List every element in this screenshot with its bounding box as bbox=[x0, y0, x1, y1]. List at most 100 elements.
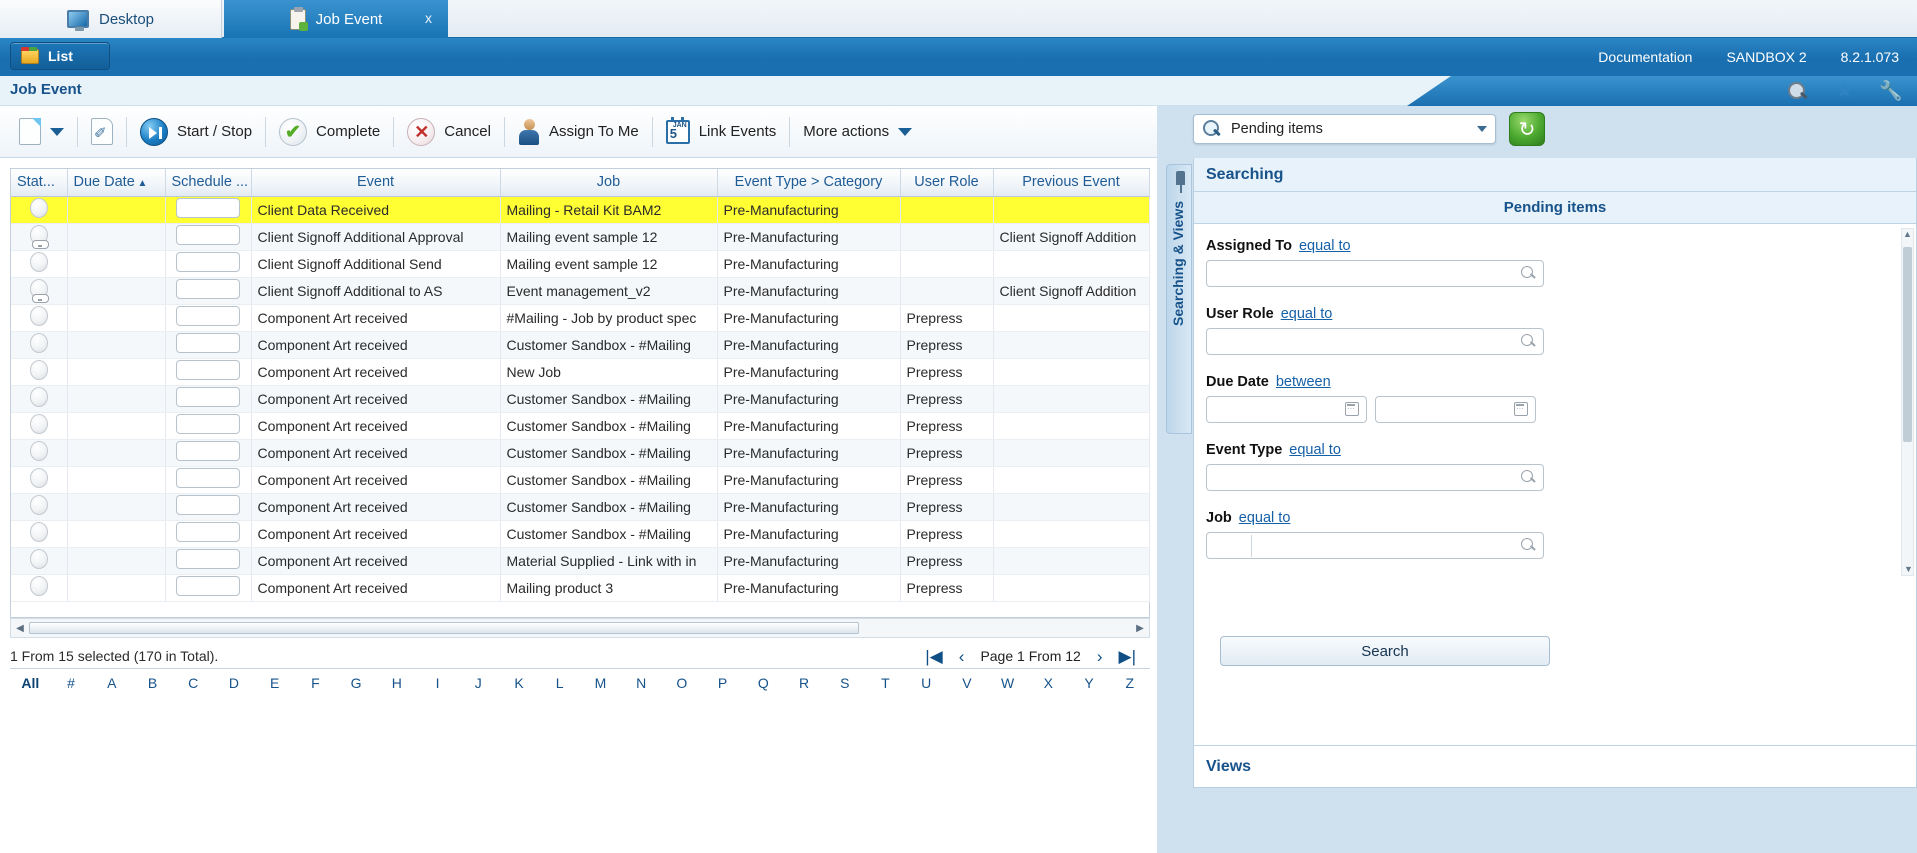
alpha-filter-w[interactable]: W bbox=[987, 675, 1028, 691]
schedule-input[interactable] bbox=[176, 225, 240, 245]
pin-icon[interactable] bbox=[1176, 171, 1185, 193]
alpha-filter-o[interactable]: O bbox=[662, 675, 703, 691]
more-actions-button[interactable]: More actions bbox=[790, 112, 925, 152]
grid-column-header-3[interactable]: Event bbox=[251, 169, 501, 197]
alpha-filter-p[interactable]: P bbox=[702, 675, 743, 691]
search-operator-link[interactable]: equal to bbox=[1281, 306, 1333, 322]
scroll-down-icon[interactable]: ▼ bbox=[1904, 564, 1913, 574]
search-operator-link[interactable]: equal to bbox=[1289, 442, 1341, 458]
saved-search-select[interactable]: Pending items bbox=[1193, 114, 1496, 144]
search-icon[interactable] bbox=[1521, 334, 1536, 349]
schedule-input[interactable] bbox=[176, 279, 240, 299]
schedule-input[interactable] bbox=[176, 441, 240, 461]
settings-wrench-icon[interactable]: 🔧 bbox=[1879, 82, 1903, 101]
link-events-button[interactable]: 5 JAN Link Events bbox=[653, 112, 790, 152]
alpha-filter-#[interactable]: # bbox=[51, 675, 92, 691]
schedule-cell[interactable] bbox=[165, 331, 252, 359]
alpha-filter-u[interactable]: U bbox=[906, 675, 947, 691]
scroll-right-icon[interactable]: ▶ bbox=[1131, 623, 1149, 634]
search-icon[interactable] bbox=[1787, 81, 1809, 101]
favorite-star-icon[interactable]: ★ bbox=[1835, 81, 1853, 101]
alpha-filter-j[interactable]: J bbox=[458, 675, 499, 691]
edit-record-button[interactable] bbox=[78, 112, 126, 152]
complete-button[interactable]: Complete bbox=[266, 112, 393, 152]
table-row[interactable]: Component Art received Mailing product 3P… bbox=[11, 574, 1150, 602]
search-operator-link[interactable]: between bbox=[1276, 374, 1331, 390]
table-row[interactable]: Component Art received Customer Sandbox -… bbox=[11, 412, 1150, 440]
alpha-filter-z[interactable]: Z bbox=[1109, 675, 1150, 691]
schedule-cell[interactable] bbox=[165, 358, 252, 386]
schedule-cell[interactable] bbox=[165, 223, 252, 251]
scrollbar-thumb[interactable] bbox=[29, 622, 859, 634]
alpha-filter-y[interactable]: Y bbox=[1069, 675, 1110, 691]
scrollbar-track[interactable] bbox=[29, 621, 1131, 635]
table-row[interactable]: Client Signoff Additional Send Mailing ev… bbox=[11, 250, 1150, 278]
alpha-filter-r[interactable]: R bbox=[784, 675, 825, 691]
schedule-input[interactable] bbox=[176, 333, 240, 353]
schedule-cell[interactable] bbox=[165, 466, 252, 494]
search-input-assigned-to[interactable] bbox=[1206, 260, 1544, 287]
search-input-job[interactable] bbox=[1206, 532, 1544, 559]
date-input-to[interactable] bbox=[1375, 396, 1536, 423]
alpha-filter-n[interactable]: N bbox=[621, 675, 662, 691]
table-row[interactable]: Component Art received New Job Pre-Manufac… bbox=[11, 358, 1150, 386]
schedule-input[interactable] bbox=[176, 549, 240, 569]
alpha-filter-q[interactable]: Q bbox=[743, 675, 784, 691]
alpha-filter-a[interactable]: A bbox=[91, 675, 132, 691]
schedule-input[interactable] bbox=[176, 198, 240, 218]
assign-to-me-button[interactable]: Assign To Me bbox=[505, 112, 652, 152]
alpha-filter-t[interactable]: T bbox=[865, 675, 906, 691]
alpha-filter-b[interactable]: B bbox=[132, 675, 173, 691]
alpha-filter-h[interactable]: H bbox=[376, 675, 417, 691]
table-row[interactable]: Client Data Received Mailing - Retail Kit… bbox=[11, 196, 1150, 224]
first-page-button[interactable]: |◀ bbox=[925, 648, 943, 665]
alpha-filter-g[interactable]: G bbox=[336, 675, 377, 691]
search-input-event-type[interactable] bbox=[1206, 464, 1544, 491]
list-button[interactable]: List bbox=[10, 42, 110, 70]
close-icon[interactable]: x bbox=[425, 10, 432, 26]
search-icon[interactable] bbox=[1521, 470, 1536, 485]
schedule-cell[interactable] bbox=[165, 304, 252, 332]
prev-page-button[interactable]: ‹ bbox=[959, 648, 965, 665]
schedule-cell[interactable] bbox=[165, 412, 252, 440]
tab-job-event[interactable]: Job Event x bbox=[224, 0, 448, 38]
views-section[interactable]: Views bbox=[1194, 745, 1916, 787]
search-fields-scrollbar[interactable]: ▲ ▼ bbox=[1901, 228, 1914, 576]
grid-column-header-1[interactable]: Due Date ▲ bbox=[67, 169, 166, 197]
alpha-filter-c[interactable]: C bbox=[173, 675, 214, 691]
table-row[interactable]: Component Art received Customer Sandbox -… bbox=[11, 493, 1150, 521]
grid-column-header-4[interactable]: Job bbox=[500, 169, 718, 197]
scroll-up-icon[interactable]: ▲ bbox=[1902, 229, 1913, 239]
alpha-filter-d[interactable]: D bbox=[214, 675, 255, 691]
alpha-filter-l[interactable]: L bbox=[539, 675, 580, 691]
table-row[interactable]: Client Signoff Additional Approval Mailin… bbox=[11, 223, 1150, 251]
calendar-icon[interactable] bbox=[1345, 402, 1359, 416]
schedule-cell[interactable] bbox=[165, 493, 252, 521]
search-icon[interactable] bbox=[1521, 266, 1536, 281]
schedule-input[interactable] bbox=[176, 468, 240, 488]
alpha-filter-k[interactable]: K bbox=[499, 675, 540, 691]
table-row[interactable]: Component Art received Customer Sandbox -… bbox=[11, 466, 1150, 494]
schedule-cell[interactable] bbox=[165, 196, 252, 224]
alpha-filter-x[interactable]: X bbox=[1028, 675, 1069, 691]
documentation-link[interactable]: Documentation bbox=[1598, 49, 1692, 65]
schedule-input[interactable] bbox=[176, 252, 240, 272]
table-row[interactable]: Component Art received Customer Sandbox -… bbox=[11, 520, 1150, 548]
scrollbar-thumb[interactable] bbox=[1903, 247, 1912, 442]
search-operator-link[interactable]: equal to bbox=[1239, 510, 1291, 526]
search-button[interactable]: Search bbox=[1220, 636, 1550, 666]
grid-column-header-0[interactable]: Stat... bbox=[11, 169, 68, 197]
grid-column-header-7[interactable]: Previous Event bbox=[993, 169, 1150, 197]
start-stop-button[interactable]: Start / Stop bbox=[127, 112, 265, 152]
grid-column-header-5[interactable]: Event Type > Category bbox=[717, 169, 901, 197]
grid-column-header-2[interactable]: Schedule ... bbox=[165, 169, 252, 197]
alpha-filter-i[interactable]: I bbox=[417, 675, 458, 691]
search-icon[interactable] bbox=[1521, 538, 1536, 553]
alpha-filter-s[interactable]: S bbox=[824, 675, 865, 691]
table-row[interactable]: Component Art received Customer Sandbox -… bbox=[11, 385, 1150, 413]
schedule-input[interactable] bbox=[176, 414, 240, 434]
schedule-cell[interactable] bbox=[165, 520, 252, 548]
chevron-down-icon[interactable] bbox=[50, 127, 64, 136]
cancel-button[interactable]: Cancel bbox=[394, 112, 504, 152]
search-operator-link[interactable]: equal to bbox=[1299, 238, 1351, 254]
